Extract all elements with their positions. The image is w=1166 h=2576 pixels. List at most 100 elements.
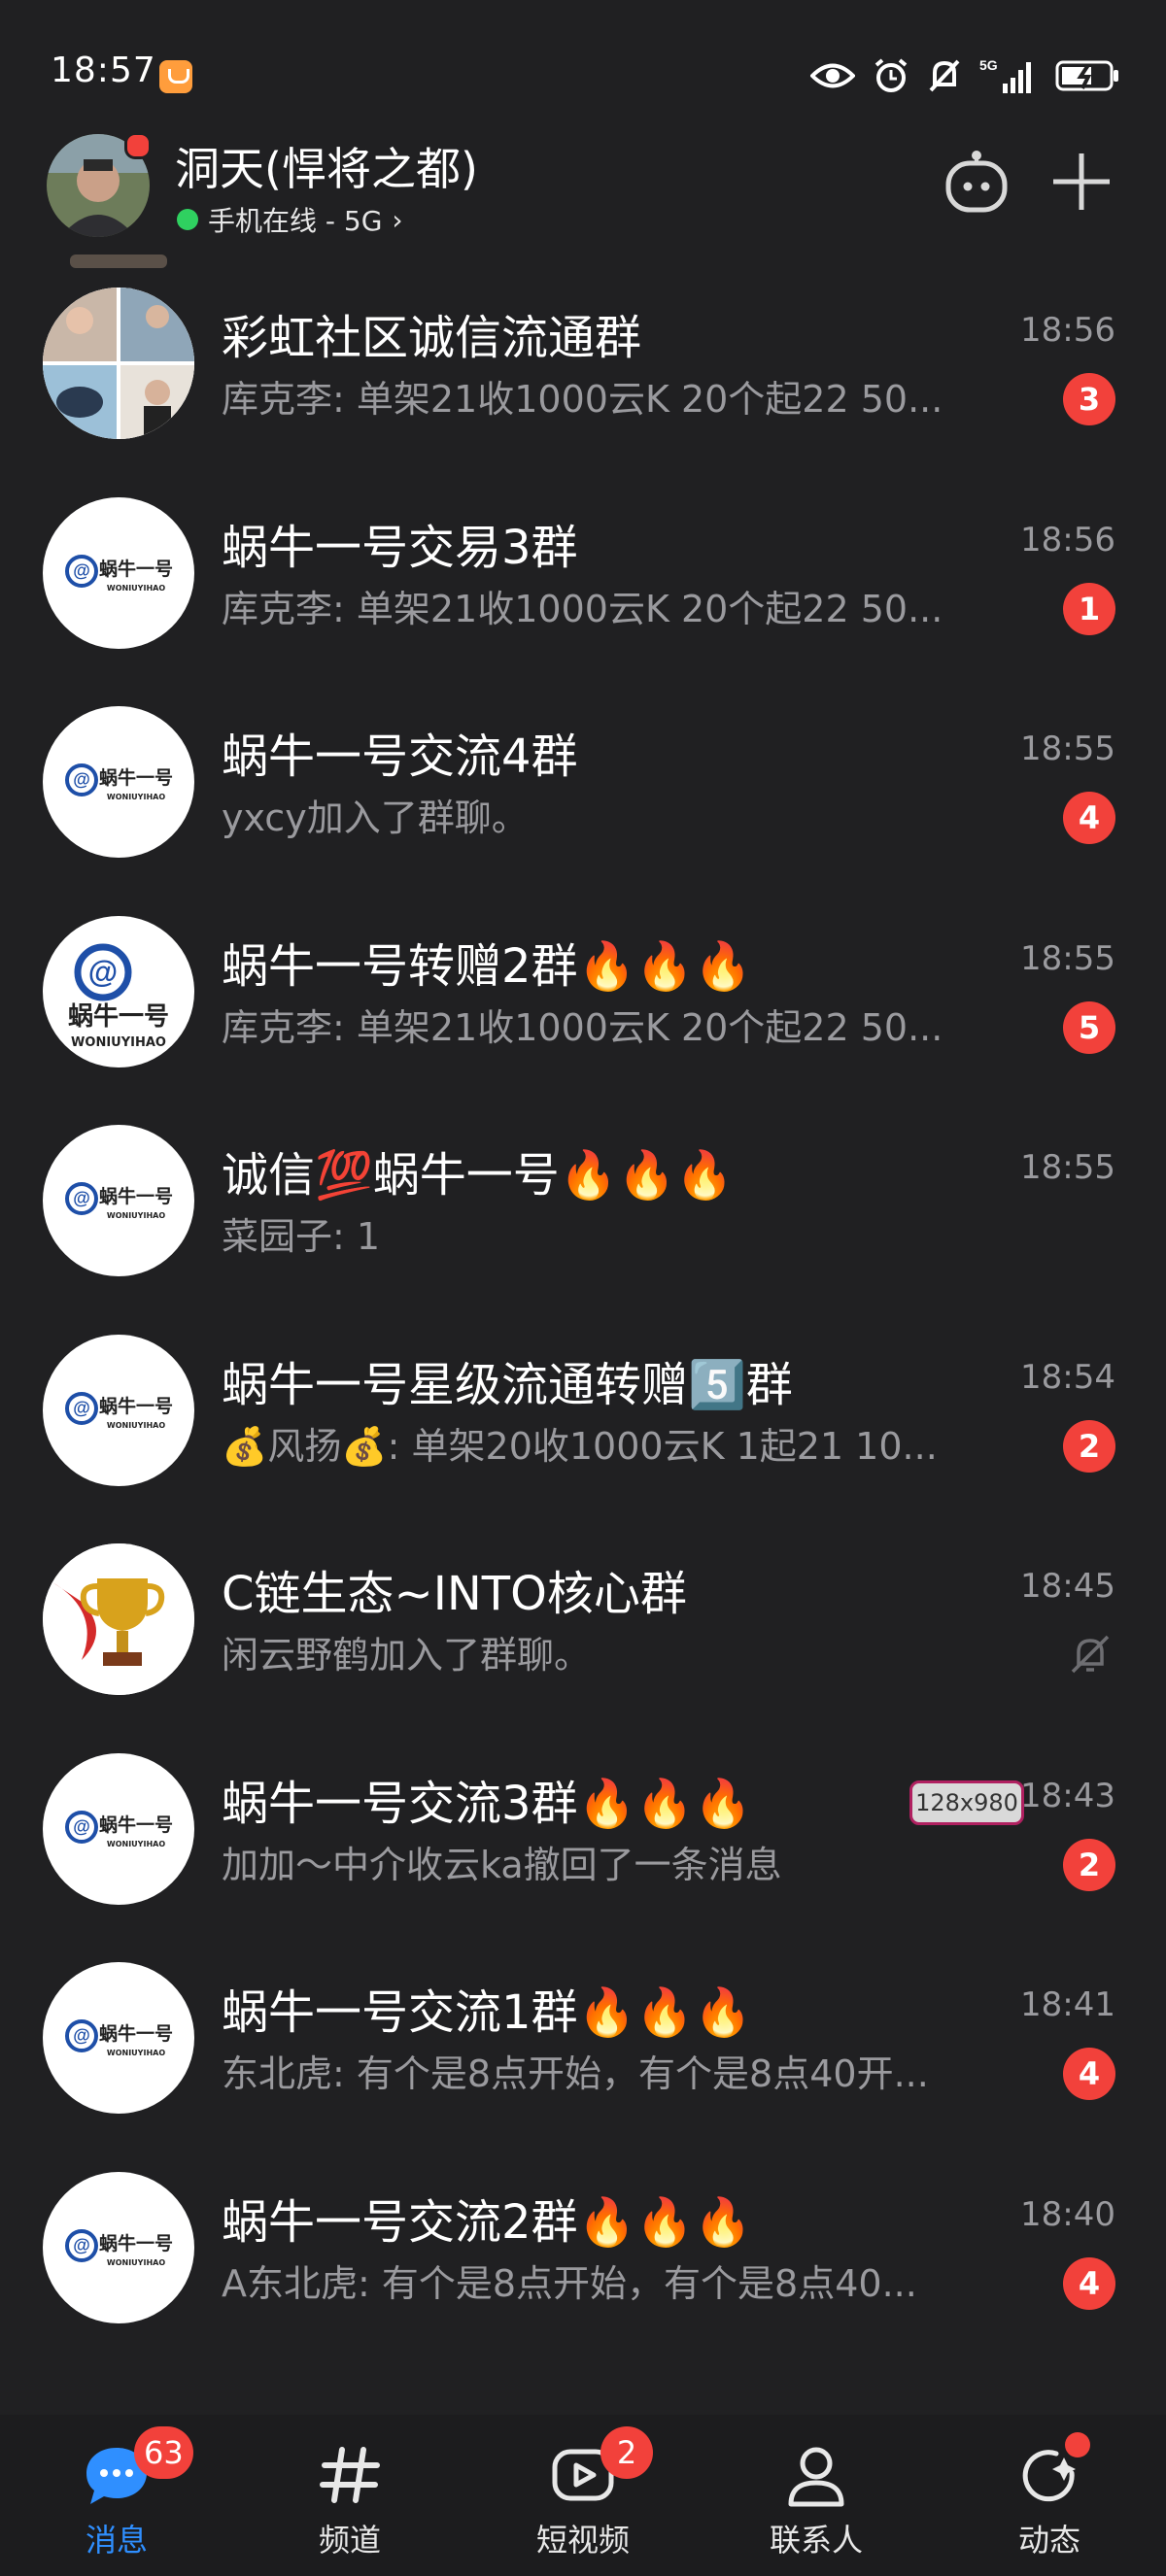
conversation-name: 蜗牛一号交流4群 xyxy=(222,729,578,784)
unread-badge: 2 xyxy=(1063,1838,1115,1891)
snail-logo-icon: @ 蜗牛一号 WONIUYIHAO xyxy=(43,1125,194,1276)
svg-text:@: @ xyxy=(73,2235,90,2254)
tab-label: 频道 xyxy=(318,2522,381,2559)
conversation-time: 18:55 xyxy=(1020,938,1115,978)
unread-badge: 5 xyxy=(1063,1000,1115,1054)
conversation-item[interactable]: C链生态~INTO核心群 闲云野鹤加入了群聊。 18:45 xyxy=(0,1510,1166,1720)
conversation-avatar[interactable]: @ 蜗牛一号 WONIUYIHAO xyxy=(43,1125,194,1276)
tab-label: 短视频 xyxy=(535,2522,630,2559)
snail-logo-icon: @ 蜗牛一号 WONIUYIHAO xyxy=(43,706,194,858)
logo-text-cn: 蜗牛一号 xyxy=(99,1185,173,1207)
conversation-name: C链生态~INTO核心群 xyxy=(222,1567,687,1621)
tab-label: 消息 xyxy=(85,2522,148,2559)
conversation-preview: 东北虎: 有个是8点开始，有个是8点40开... xyxy=(222,2052,929,2095)
tab-label: 联系人 xyxy=(769,2522,863,2559)
conversation-item[interactable]: @ 蜗牛一号 WONIUYIHAO 蜗牛一号交流2群🔥🔥🔥 A东北虎: 有个是8点开始，… xyxy=(0,2139,1166,2349)
conversation-item[interactable]: @ 蜗牛一号 WONIUYIHAO 蜗牛一号转赠2群🔥🔥🔥 库克李: 单架21收1000… xyxy=(0,883,1166,1093)
conversation-item[interactable]: @ 蜗牛一号 WONIUYIHAO 蜗牛一号交流4群 yxcy加入了群聊。 18:55 4 xyxy=(0,673,1166,883)
conversation-name: 蜗牛一号交流3群🔥🔥🔥 xyxy=(222,1776,752,1831)
bottom-tab-bar: 63 消息 频道 2 短视频 联系人 动态 xyxy=(0,2415,1166,2576)
conversation-time: 18:54 xyxy=(1020,1357,1115,1397)
conversation-name: 诚信💯蜗牛一号🔥🔥🔥 xyxy=(222,1148,735,1203)
conversation-time: 18:40 xyxy=(1020,2194,1115,2234)
conversation-name: 蜗牛一号星级流通转赠5️⃣群 xyxy=(222,1357,793,1412)
mute-bell-icon xyxy=(929,59,960,92)
conversation-preview: 💰风扬💰: 单架20收1000云K 1起21 10... xyxy=(222,1424,938,1468)
conversation-avatar[interactable]: @ 蜗牛一号 WONIUYIHAO xyxy=(43,2171,194,2323)
person-icon xyxy=(785,2444,847,2512)
svg-text:@: @ xyxy=(73,1189,90,1208)
user-name[interactable]: 洞天(悍将之都) xyxy=(175,134,478,198)
logo-text-cn: 蜗牛一号 xyxy=(99,1813,173,1836)
conversation-preview: 库克李: 单架21收1000云K 20个起22 50... xyxy=(222,1005,943,1049)
conversation-time: 18:43 xyxy=(1020,1776,1115,1815)
tab-short-video[interactable]: 2 短视频 xyxy=(466,2415,700,2576)
online-status[interactable]: 手机在线 - 5G › xyxy=(177,200,403,239)
svg-text:@: @ xyxy=(73,1398,90,1417)
logo-text-en: WONIUYIHAO xyxy=(107,1421,165,1430)
system-icons: 5G xyxy=(810,54,1119,97)
conversation-item[interactable]: 彩虹社区诚信流通群 库克李: 单架21收1000云K 20个起22 50... 18… xyxy=(0,254,1166,464)
conversation-item[interactable]: @ 蜗牛一号 WONIUYIHAO 蜗牛一号交流1群🔥🔥🔥 东北虎: 有个是8点开始，有… xyxy=(0,1929,1166,2139)
conversation-name: 蜗牛一号交流2群🔥🔥🔥 xyxy=(222,2194,752,2250)
unread-badge: 3 xyxy=(1063,373,1115,425)
logo-text-en: WONIUYIHAO xyxy=(107,1840,165,1848)
svg-text:@: @ xyxy=(73,2026,90,2046)
short-video-badge: 2 xyxy=(600,2426,653,2479)
unread-badge: 1 xyxy=(1063,582,1115,635)
status-bar: 18:57 5G xyxy=(0,0,1166,146)
conversation-preview: 加加～中介收云ka撤回了一条消息 xyxy=(222,1843,782,1886)
unread-badge: 4 xyxy=(1063,2256,1115,2310)
conversation-time: 18:56 xyxy=(1020,520,1115,559)
logo-text-en: WONIUYIHAO xyxy=(107,2258,165,2267)
logo-text-en: WONIUYIHAO xyxy=(107,2049,165,2057)
trophy-icon xyxy=(43,1543,194,1695)
conversation-preview: 菜园子: 1 xyxy=(222,1215,381,1258)
sticker-label: 128x980 xyxy=(909,1779,1024,1825)
messages-unread-badge: 63 xyxy=(134,2426,193,2479)
conversation-avatar[interactable] xyxy=(43,288,194,439)
conversation-avatar[interactable]: @ 蜗牛一号 WONIUYIHAO xyxy=(43,496,194,649)
robot-button[interactable] xyxy=(943,148,1011,220)
conversation-time: 18:45 xyxy=(1020,1567,1115,1606)
conversation-avatar[interactable] xyxy=(43,1543,194,1695)
moments-notification-dot xyxy=(1065,2432,1090,2457)
conversation-item[interactable]: @ 蜗牛一号 WONIUYIHAO 蜗牛一号交流3群🔥🔥🔥 加加～中介收云ka撤回了一条… xyxy=(0,1720,1166,1930)
battery-icon xyxy=(1055,60,1118,91)
conversation-avatar[interactable]: @ 蜗牛一号 WONIUYIHAO xyxy=(43,1752,194,1905)
snail-logo-icon: @ 蜗牛一号 WONIUYIHAO xyxy=(43,1335,194,1486)
alarm-icon xyxy=(874,58,908,92)
conversation-item[interactable]: @ 蜗牛一号 WONIUYIHAO 蜗牛一号星级流通转赠5️⃣群 💰风扬💰: 单架20收… xyxy=(0,1302,1166,1511)
logo-text-cn: 蜗牛一号 xyxy=(99,558,173,580)
status-time: 18:57 xyxy=(51,51,156,90)
conversation-avatar[interactable]: @ 蜗牛一号 WONIUYIHAO xyxy=(43,1962,194,2114)
conversation-time: 18:56 xyxy=(1020,311,1115,350)
logo-text-en: WONIUYIHAO xyxy=(107,1211,165,1220)
tab-channels[interactable]: 频道 xyxy=(233,2415,466,2576)
conversation-avatar[interactable]: @ 蜗牛一号 WONIUYIHAO xyxy=(43,706,194,858)
logo-text-cn: 蜗牛一号 xyxy=(99,2232,173,2254)
snail-logo-icon: @ 蜗牛一号 WONIUYIHAO xyxy=(43,1962,194,2114)
hash-icon xyxy=(319,2444,381,2510)
add-button[interactable] xyxy=(1049,150,1114,218)
conversation-item[interactable]: @ 蜗牛一号 WONIUYIHAO 诚信💯蜗牛一号🔥🔥🔥 菜园子: 1 18:55 xyxy=(0,1092,1166,1302)
unread-badge: 4 xyxy=(1063,2048,1115,2100)
snail-logo-icon: @ 蜗牛一号 WONIUYIHAO xyxy=(43,916,194,1068)
tab-messages[interactable]: 63 消息 xyxy=(0,2415,233,2576)
tab-moments[interactable]: 动态 xyxy=(933,2415,1166,2576)
svg-text:@: @ xyxy=(73,560,90,580)
logo-text-cn: 蜗牛一号 xyxy=(99,1395,173,1417)
tab-label: 动态 xyxy=(1017,2522,1080,2559)
photo-collage-icon xyxy=(43,288,194,439)
tab-contacts[interactable]: 联系人 xyxy=(700,2415,933,2576)
conversation-time: 18:55 xyxy=(1020,1148,1115,1187)
avatar-notification-dot xyxy=(124,132,152,159)
unread-badge: 2 xyxy=(1063,1419,1115,1473)
header: 洞天(悍将之都) 手机在线 - 5G › xyxy=(0,126,1166,253)
logo-text-en: WONIUYIHAO xyxy=(71,1035,166,1050)
conversation-item[interactable]: @ 蜗牛一号 WONIUYIHAO 蜗牛一号交易3群 库克李: 单架21收1000云K … xyxy=(0,464,1166,674)
conversation-avatar[interactable]: @ 蜗牛一号 WONIUYIHAO xyxy=(43,915,194,1068)
svg-text:@: @ xyxy=(73,770,90,790)
plus-icon xyxy=(1053,153,1110,210)
conversation-avatar[interactable]: @ 蜗牛一号 WONIUYIHAO xyxy=(43,1334,194,1486)
